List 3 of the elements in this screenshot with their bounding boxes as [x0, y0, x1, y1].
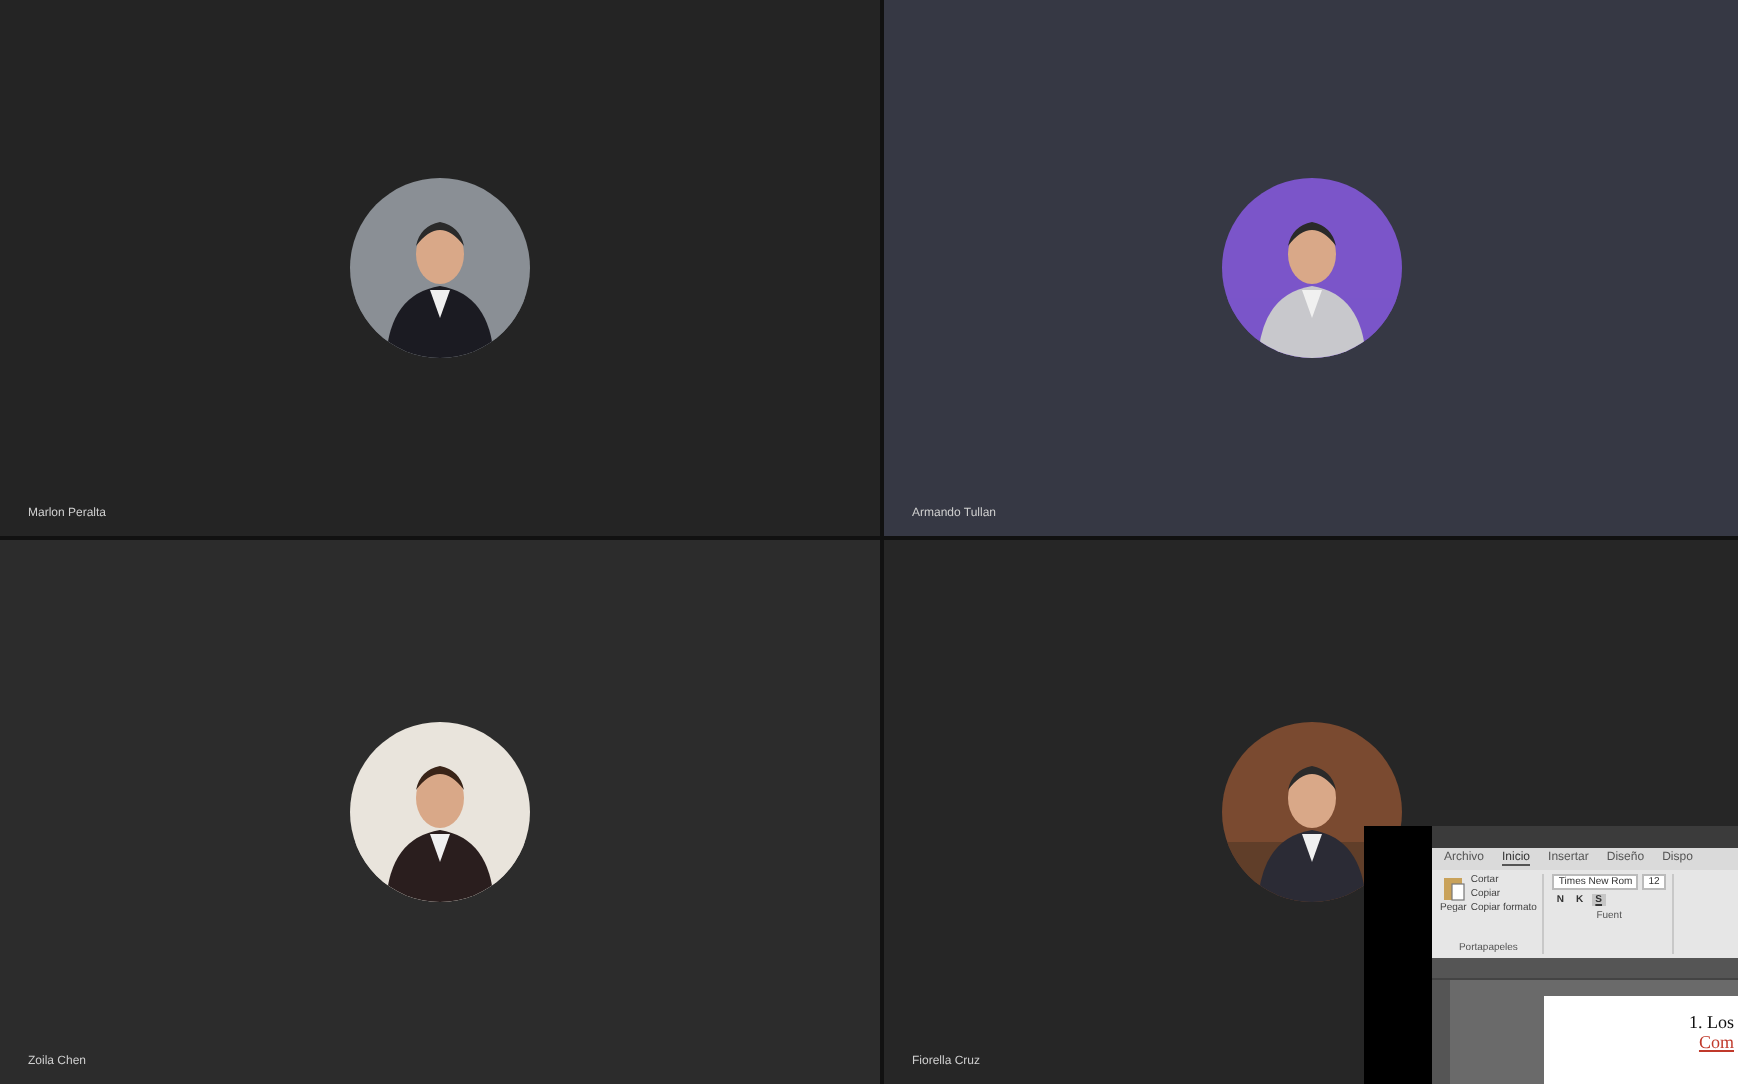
document-link[interactable]: Com: [1698, 1032, 1734, 1052]
document-text: 1. Los: [1689, 1012, 1734, 1032]
clipboard-icon: [1441, 874, 1466, 902]
